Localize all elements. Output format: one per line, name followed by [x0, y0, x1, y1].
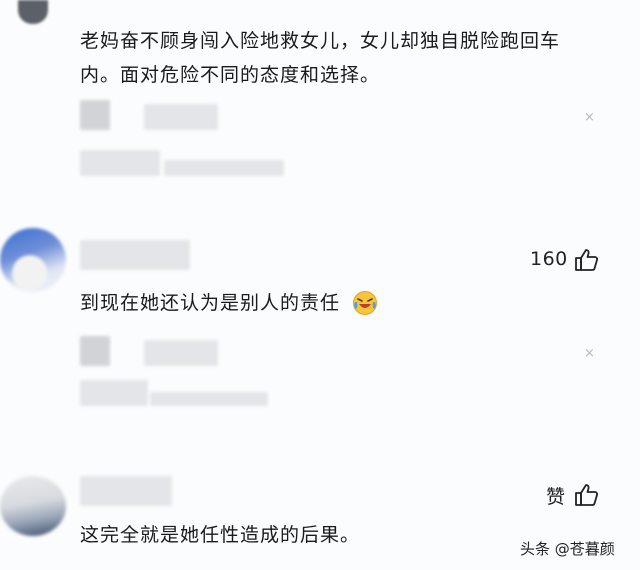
thumb-up-icon[interactable]	[574, 482, 600, 508]
avatar[interactable]	[18, 0, 48, 24]
username-blurred[interactable]	[80, 240, 190, 270]
reply-name-blurred	[144, 340, 218, 366]
watermark: 头条 @苍暮颜	[520, 540, 615, 558]
close-icon[interactable]: ×	[584, 346, 595, 361]
comment-text: 老妈奋不顾身闯入险地救女儿，女儿却独自脱险跑回车 内。面对危险不同的态度和选择。	[80, 24, 560, 92]
comment-text-line: 内。面对危险不同的态度和选择。	[80, 64, 381, 86]
like-count: 160	[530, 248, 568, 270]
comment-text-line: 这完全就是她任性造成的后果。	[80, 524, 361, 546]
avatar[interactable]	[0, 476, 66, 536]
reply-text-blurred	[150, 392, 268, 406]
reply-text-blurred	[80, 150, 160, 176]
close-icon[interactable]: ×	[584, 110, 595, 125]
cry-laugh-emoji	[352, 290, 378, 320]
like-label: 赞	[546, 486, 566, 508]
avatar[interactable]	[0, 228, 66, 292]
reply-name-blurred	[144, 104, 218, 130]
comment-text-line: 到现在她还认为是别人的责任	[80, 292, 341, 314]
comment-text: 到现在她还认为是别人的责任	[80, 286, 340, 320]
comment-text: 这完全就是她任性造成的后果。	[80, 518, 360, 552]
reply-avatar-blurred	[80, 100, 110, 130]
thumb-up-icon[interactable]	[574, 247, 600, 273]
comment-text-line: 老妈奋不顾身闯入险地救女儿，女儿却独自脱险跑回车	[80, 30, 561, 52]
reply-avatar-blurred	[80, 336, 110, 366]
reply-text-blurred	[164, 160, 284, 176]
username-blurred[interactable]	[80, 476, 172, 506]
reply-text-blurred	[80, 380, 148, 406]
